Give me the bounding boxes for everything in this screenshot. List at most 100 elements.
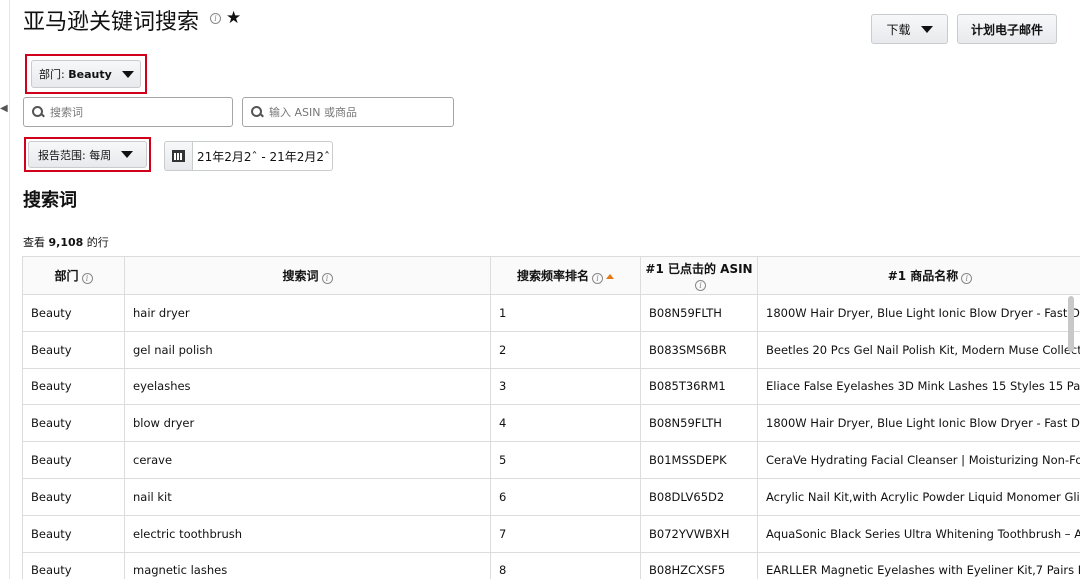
cell-asin-link[interactable]: B08N59FLTH: [640, 294, 758, 332]
date-range-input[interactable]: 21年2月2ˆ - 21年2月2ˆ: [192, 141, 333, 171]
column-header-product-label: #1 商品名称: [887, 269, 959, 283]
asin-search-input[interactable]: [269, 105, 439, 119]
calendar-button[interactable]: [164, 141, 192, 171]
caret-down-icon: [920, 25, 933, 33]
column-header-search-term-label: 搜索词: [282, 269, 319, 283]
cell-asin-link[interactable]: B08N59FLTH: [640, 404, 758, 443]
column-header-department-label: 部门: [54, 269, 79, 283]
cell-rank: 7: [490, 514, 641, 553]
cell-department: Beauty: [22, 477, 125, 516]
report-range-select[interactable]: 报告范围: 每周: [28, 141, 147, 168]
cell-rank: 8: [490, 551, 641, 579]
department-select[interactable]: 部门: Beauty: [31, 60, 141, 88]
cell-product-name: Acrylic Nail Kit,with Acrylic Powder Liq…: [757, 477, 1080, 516]
sort-ascending-icon: [606, 274, 614, 279]
row-count-value: 9,108: [48, 236, 84, 249]
column-header-asin-label: #1 已点击的 ASIN: [645, 262, 753, 276]
table-row: Beauty eyelashes 3 B085T36RM1 Eliace False E…: [22, 367, 1080, 406]
section-title: 搜索词: [23, 190, 77, 211]
report-range-label: 报告范围:: [38, 148, 86, 162]
department-label: 部门:: [39, 68, 65, 81]
cell-product-name: 1800W Hair Dryer, Blue Light Ionic Blow …: [757, 404, 1080, 443]
table-header-row: 部门 i 搜索词 i 搜索频率排名 i #1 已点击的 ASIN i #1 商品名称 i: [22, 256, 1080, 295]
left-rail: [0, 0, 10, 579]
cell-asin-link[interactable]: B072YVWBXH: [640, 514, 758, 553]
cell-rank: 5: [490, 441, 641, 479]
cell-product-name: AquaSonic Black Series Ultra Whitening T…: [757, 514, 1080, 553]
info-icon[interactable]: i: [592, 273, 603, 284]
table-row: Beauty hair dryer 1 B08N59FLTH 1800W Hair Dr…: [22, 294, 1080, 332]
info-icon[interactable]: i: [695, 280, 706, 291]
cell-rank: 1: [490, 294, 641, 332]
table-row: Beauty cerave 5 B01MSSDEPK CeraVe Hydrating …: [22, 441, 1080, 479]
date-range-picker: 21年2月2ˆ - 21年2月2ˆ: [164, 141, 333, 171]
cell-asin-link[interactable]: B083SMS6BR: [640, 330, 758, 369]
row-count-prefix: 查看: [23, 236, 45, 249]
cell-department: Beauty: [22, 294, 125, 332]
table-row: Beauty electric toothbrush 7 B072YVWBXH Aqua…: [22, 514, 1080, 553]
cell-rank: 2: [490, 330, 641, 369]
cell-department: Beauty: [22, 551, 125, 579]
caret-down-icon: [121, 151, 134, 158]
report-range-value: 每周: [89, 148, 112, 162]
column-header-search-term[interactable]: 搜索词 i: [124, 256, 491, 295]
cell-rank: 6: [490, 477, 641, 516]
cell-search-term-link[interactable]: cerave: [124, 441, 491, 479]
column-header-asin[interactable]: #1 已点击的 ASIN i: [640, 256, 758, 295]
calendar-icon: [172, 150, 185, 162]
info-icon[interactable]: i: [210, 12, 221, 24]
search-term-box: [23, 97, 233, 127]
row-count: 查看 9,108 的行: [23, 234, 109, 250]
schedule-email-label: 计划电子邮件: [970, 22, 1043, 37]
download-label: 下载: [886, 22, 911, 37]
page-title: 亚马逊关键词搜索: [23, 10, 200, 35]
title-extras: i ★: [210, 8, 241, 28]
cell-product-name: CeraVe Hydrating Facial Cleanser | Moist…: [757, 441, 1080, 479]
cell-product-name: EARLLER Magnetic Eyelashes with Eyeliner…: [757, 551, 1080, 579]
cell-search-term-link[interactable]: electric toothbrush: [124, 514, 491, 553]
table-row: Beauty magnetic lashes 8 B08HZCXSF5 EARLLER …: [22, 551, 1080, 579]
cell-asin-link[interactable]: B08DLV65D2: [640, 477, 758, 516]
column-header-department[interactable]: 部门 i: [22, 256, 125, 295]
table-body: Beauty hair dryer 1 B08N59FLTH 1800W Hair Dr…: [22, 294, 1080, 579]
collapse-arrow-icon[interactable]: ◀: [0, 103, 8, 114]
schedule-email-button[interactable]: 计划电子邮件: [957, 14, 1057, 44]
cell-asin-link[interactable]: B08HZCXSF5: [640, 551, 758, 579]
cell-rank: 3: [490, 367, 641, 406]
cell-search-term-link[interactable]: hair dryer: [124, 294, 491, 332]
cell-department: Beauty: [22, 330, 125, 369]
cell-search-term-link[interactable]: blow dryer: [124, 404, 491, 443]
info-icon[interactable]: i: [961, 273, 973, 284]
cell-search-term-link[interactable]: eyelashes: [124, 367, 491, 406]
info-icon[interactable]: i: [81, 273, 93, 284]
cell-asin-link[interactable]: B085T36RM1: [640, 367, 758, 406]
table-row: Beauty blow dryer 4 B08N59FLTH 1800W Hair Dr…: [22, 404, 1080, 443]
table-row: Beauty gel nail polish 2 B083SMS6BR Beetles …: [22, 330, 1080, 369]
department-value: Beauty: [68, 68, 112, 81]
column-header-product[interactable]: #1 商品名称 i: [757, 256, 1080, 295]
search-term-input[interactable]: [50, 105, 220, 119]
table-scrollbar[interactable]: [1068, 296, 1074, 352]
department-select-highlight: 部门: Beauty: [25, 54, 147, 94]
cell-department: Beauty: [22, 441, 125, 479]
column-header-rank-label: 搜索频率排名: [516, 269, 589, 283]
asin-search-box: [242, 97, 454, 127]
download-button[interactable]: 下载: [871, 14, 948, 44]
cell-search-term-link[interactable]: magnetic lashes: [124, 551, 491, 579]
cell-department: Beauty: [22, 514, 125, 553]
column-header-rank[interactable]: 搜索频率排名 i: [490, 256, 641, 295]
cell-asin-link[interactable]: B01MSSDEPK: [640, 441, 758, 479]
search-terms-table: 部门 i 搜索词 i 搜索频率排名 i #1 已点击的 ASIN i #1 商品名称 i …: [22, 256, 1080, 579]
cell-department: Beauty: [22, 367, 125, 406]
cell-product-name: Eliace False Eyelashes 3D Mink Lashes 15…: [757, 367, 1080, 406]
cell-search-term-link[interactable]: gel nail polish: [124, 330, 491, 369]
star-icon[interactable]: ★: [226, 8, 241, 28]
cell-department: Beauty: [22, 404, 125, 443]
report-range-highlight: 报告范围: 每周: [24, 137, 151, 172]
search-icon: [32, 106, 44, 118]
info-icon[interactable]: i: [321, 273, 333, 284]
cell-search-term-link[interactable]: nail kit: [124, 477, 491, 516]
cell-product-name: Beetles 20 Pcs Gel Nail Polish Kit, Mode…: [757, 330, 1080, 369]
search-icon: [251, 106, 263, 118]
cell-rank: 4: [490, 404, 641, 443]
